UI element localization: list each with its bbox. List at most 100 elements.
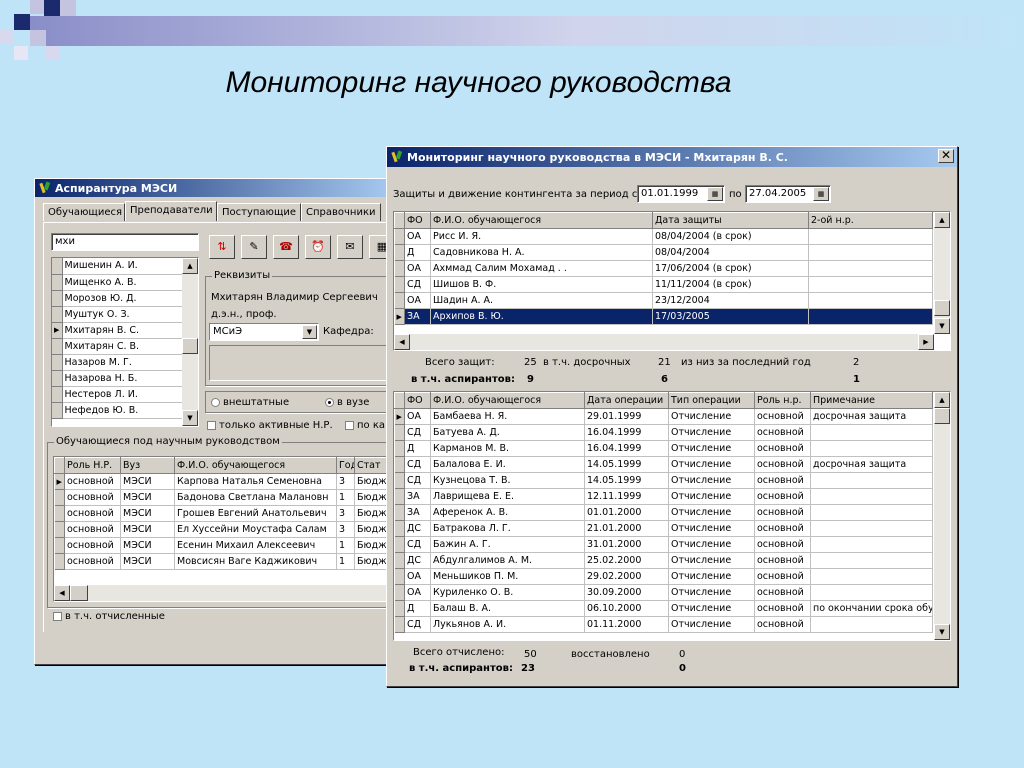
cell-second-supervisor[interactable]: [808, 308, 933, 325]
cell-student-name[interactable]: Лукьянов А. И.: [430, 616, 585, 633]
scroll-down-icon[interactable]: ▼: [182, 410, 198, 426]
table-row[interactable]: Д Балаш В. А. 06.10.2000 Отчисление основной…: [394, 600, 933, 617]
calendar-icon[interactable]: ▦: [707, 187, 723, 201]
teacher-list-scrollbar[interactable]: ▲ ▼: [182, 258, 198, 426]
cell-year[interactable]: 1: [336, 553, 355, 570]
tab-students[interactable]: Обучающиеся: [43, 203, 125, 221]
cell-student-name[interactable]: Меньшиков П. М.: [430, 568, 585, 585]
only-active-checkbox[interactable]: только активные Н.Р.: [207, 420, 333, 431]
students-hscroll[interactable]: ◀: [54, 585, 392, 601]
cell-note[interactable]: [810, 552, 933, 569]
table-row[interactable]: Д Карманов М. В. 16.04.1999 Отчисление основ…: [394, 440, 933, 457]
cell-operation-type[interactable]: Отчисление: [668, 488, 755, 505]
cell-role[interactable]: основной: [64, 537, 121, 554]
edit-document-icon[interactable]: ✎: [241, 235, 267, 259]
defenses-vscroll[interactable]: ▲ ▼: [934, 212, 950, 334]
cell-study-form[interactable]: СД: [404, 424, 431, 441]
column-header-second-supervisor[interactable]: 2-ой н.р.: [808, 212, 933, 229]
column-header-supervisor-role[interactable]: Роль н.р.: [754, 392, 811, 409]
scroll-up-icon[interactable]: ▲: [934, 212, 950, 228]
cell-operation-date[interactable]: 29.01.1999: [584, 408, 669, 425]
cell-operation-type[interactable]: Отчисление: [668, 600, 755, 617]
cell-study-form[interactable]: Д: [404, 600, 431, 617]
cell-student-name[interactable]: Ахммад Салим Мохамад . .: [430, 260, 653, 277]
cell-study-form[interactable]: Д: [404, 244, 431, 261]
cell-operation-date[interactable]: 01.11.2000: [584, 616, 669, 633]
table-row[interactable]: ЗА Лаврищева Е. Е. 12.11.1999 Отчисление осн…: [394, 488, 933, 505]
calendar-icon[interactable]: ▦: [813, 187, 829, 201]
column-header-operation-date[interactable]: Дата операции: [584, 392, 669, 409]
cell-student-name[interactable]: Батуева А. Д.: [430, 424, 585, 441]
cell-operation-type[interactable]: Отчисление: [668, 520, 755, 537]
cell-study-form[interactable]: ОА: [404, 584, 431, 601]
cell-operation-type[interactable]: Отчисление: [668, 552, 755, 569]
chevron-down-icon[interactable]: ▼: [302, 325, 317, 339]
list-item[interactable]: Мищенко А. В.: [52, 274, 183, 291]
cell-student-name[interactable]: Куриленко О. В.: [430, 584, 585, 601]
cell-study-form[interactable]: ОА: [404, 292, 431, 309]
cell-note[interactable]: [810, 584, 933, 601]
cell-second-supervisor[interactable]: [808, 292, 933, 309]
cell-supervisor-role[interactable]: основной: [754, 600, 811, 617]
cell-student-name[interactable]: Лаврищева Е. Е.: [430, 488, 585, 505]
cell-student-name[interactable]: Аференок А. В.: [430, 504, 585, 521]
column-header-student-name[interactable]: Ф.И.О. обучающегося: [430, 392, 585, 409]
teacher-name[interactable]: Мишенин А. И.: [62, 258, 183, 275]
table-row[interactable]: ОА Куриленко О. В. 30.09.2000 Отчисление осн…: [394, 584, 933, 601]
cell-operation-date[interactable]: 31.01.2000: [584, 536, 669, 553]
scroll-up-icon[interactable]: ▲: [934, 392, 950, 408]
by-dept-checkbox[interactable]: по ка: [345, 420, 385, 431]
cell-note[interactable]: [810, 440, 933, 457]
cell-supervisor-role[interactable]: основной: [754, 552, 811, 569]
cell-operation-type[interactable]: Отчисление: [668, 472, 755, 489]
cell-operation-date[interactable]: 01.01.2000: [584, 504, 669, 521]
cell-student-name[interactable]: Мовсисян Ваге Каджикович: [174, 553, 337, 570]
cell-note[interactable]: [810, 424, 933, 441]
cell-student-name[interactable]: Кузнецова Т. В.: [430, 472, 585, 489]
cell-study-form[interactable]: ОА: [404, 260, 431, 277]
date-from-input[interactable]: 01.01.1999 ▦: [637, 185, 725, 203]
cell-operation-date[interactable]: 30.09.2000: [584, 584, 669, 601]
cell-student-name[interactable]: Абдулгалимов А. М.: [430, 552, 585, 569]
cell-study-form[interactable]: ОА: [404, 568, 431, 585]
scroll-thumb[interactable]: [182, 338, 198, 354]
cell-supervisor-role[interactable]: основной: [754, 584, 811, 601]
sort-icon[interactable]: ⇅: [209, 235, 235, 259]
cell-year[interactable]: 3: [336, 505, 355, 522]
cell-university[interactable]: МЭСИ: [120, 537, 175, 554]
tab-directories[interactable]: Справочники: [301, 203, 381, 221]
table-row[interactable]: основной МЭСИ Бадонова Светлана Малановн 1 Б…: [54, 489, 392, 506]
cell-university[interactable]: МЭСИ: [120, 505, 175, 522]
teacher-name[interactable]: Муштук О. З.: [62, 306, 183, 323]
column-header-defense-date[interactable]: Дата защиты: [652, 212, 809, 229]
cell-study-form[interactable]: СД: [404, 456, 431, 473]
phone-icon[interactable]: ☎: [273, 235, 299, 259]
teacher-name[interactable]: Нестеров Л. И.: [62, 386, 183, 403]
cell-study-form[interactable]: СД: [404, 536, 431, 553]
list-item[interactable]: Мишенин А. И.: [52, 258, 183, 275]
cell-defense-date[interactable]: 17/06/2004 (в срок): [652, 260, 809, 277]
cell-study-form[interactable]: ЗА: [404, 488, 431, 505]
column-header-note[interactable]: Примечание: [810, 392, 933, 409]
cell-student-name[interactable]: Карманов М. В.: [430, 440, 585, 457]
cell-operation-type[interactable]: Отчисление: [668, 568, 755, 585]
cell-student-name[interactable]: Бажин А. Г.: [430, 536, 585, 553]
cell-note[interactable]: [810, 568, 933, 585]
cell-student-name[interactable]: Балалова Е. И.: [430, 456, 585, 473]
cell-study-form[interactable]: ДС: [404, 552, 431, 569]
cell-operation-type[interactable]: Отчисление: [668, 456, 755, 473]
cell-study-form[interactable]: СД: [404, 616, 431, 633]
cell-operation-type[interactable]: Отчисление: [668, 440, 755, 457]
radio-outside[interactable]: внештатные: [211, 397, 289, 408]
table-row[interactable]: основной МЭСИ Ел Хуссейни Моустафа Салам 3 Б…: [54, 521, 392, 538]
teacher-name[interactable]: Нефедов Ю. В.: [62, 402, 183, 419]
cell-student-name[interactable]: Грошев Евгений Анатольевич: [174, 505, 337, 522]
cell-second-supervisor[interactable]: [808, 244, 933, 261]
front-window-titlebar[interactable]: Мониторинг научного руководства в МЭСИ -…: [387, 147, 957, 167]
list-item[interactable]: ▶ Мхитарян В. С.: [52, 322, 183, 339]
column-header-university[interactable]: Вуз: [120, 457, 175, 474]
cell-supervisor-role[interactable]: основной: [754, 520, 811, 537]
table-row[interactable]: ДС Абдулгалимов А. М. 25.02.2000 Отчисление…: [394, 552, 933, 569]
cell-operation-date[interactable]: 21.01.2000: [584, 520, 669, 537]
scroll-left-icon[interactable]: ◀: [54, 585, 70, 601]
